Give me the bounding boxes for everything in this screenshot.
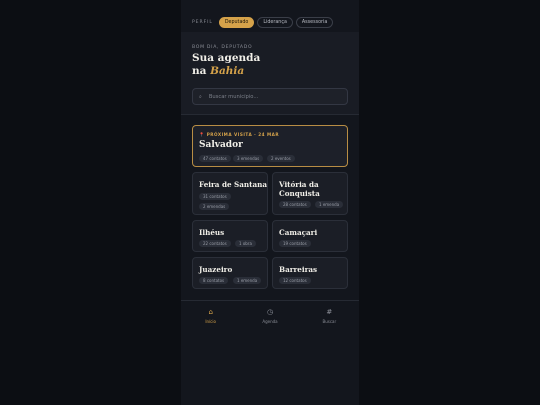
title-line-1: Sua agenda: [192, 52, 261, 64]
city-card-vitoria-da-conquista[interactable]: Vitória da Conquista 28 contatos 1 emend…: [272, 172, 348, 215]
city-name: Vitória da Conquista: [279, 180, 320, 198]
home-icon: ⌂: [208, 308, 213, 316]
city-card-feira-de-santana[interactable]: Feira de Santana 31 contatos 2 emendas: [192, 172, 268, 215]
profile-label: PERFIL: [192, 19, 213, 25]
city-name: Ilhéus: [199, 228, 225, 237]
city-name: Camaçari: [279, 228, 318, 237]
city-name: Juazeiro: [199, 265, 233, 274]
city-chip: 8 contatos: [199, 277, 229, 284]
city-name: Barreiras: [279, 265, 318, 274]
city-chip: 31 contatos: [199, 193, 231, 200]
chip-contacts: 47 contatos: [199, 155, 231, 162]
title-prefix: na: [192, 65, 207, 77]
divider: [181, 114, 359, 115]
city-card-juazeiro[interactable]: Juazeiro 8 contatos 1 emenda: [192, 257, 268, 289]
profile-switcher: PERFIL Deputado Liderança Assessoria: [181, 12, 359, 32]
search-icon: ⌕: [199, 93, 202, 100]
title-line-2: na Bahia: [192, 65, 260, 78]
city-chip: 1 emenda: [233, 277, 262, 284]
phone-screen: PERFIL Deputado Liderança Assessoria BOM…: [181, 0, 359, 405]
greeting: BOM DIA, DEPUTADO: [192, 45, 253, 50]
city-chip: 22 contatos: [199, 240, 231, 247]
page-title: Sua agenda na Bahia: [192, 52, 260, 78]
role-pill-assessoria[interactable]: Assessoria: [295, 16, 334, 28]
city-name-line-1: Vitória da: [279, 180, 319, 189]
chip-events: 2 eventos: [267, 155, 295, 162]
chip-amendments: 3 emendas: [233, 155, 264, 162]
clock-icon: ◷: [266, 308, 274, 316]
city-card-camacari[interactable]: Camaçari 19 contatos: [272, 220, 348, 252]
featured-visit-card[interactable]: 📍 PRÓXIMA VISITA · 24 MAR Salvador 47 co…: [192, 125, 348, 167]
pin-icon: 📍: [199, 132, 205, 137]
search-input[interactable]: [208, 93, 339, 100]
nav-item-inicio[interactable]: ⌂ Início: [181, 301, 240, 328]
next-visit-text: PRÓXIMA VISITA · 24 MAR: [206, 132, 280, 137]
city-name: Feira de Santana: [199, 180, 267, 189]
city-chip: 28 contatos: [279, 201, 311, 208]
role-pill-deputado[interactable]: Deputado: [218, 16, 255, 28]
nav-label: Agenda: [262, 319, 278, 324]
nav-label: Buscar: [322, 319, 337, 324]
city-chip: 1 obra: [235, 240, 256, 247]
nav-item-buscar[interactable]: # Buscar: [300, 301, 359, 328]
city-name-line-2: Conquista: [279, 189, 320, 198]
city-card-ilheus[interactable]: Ilhéus 22 contatos 1 obra: [192, 220, 268, 252]
city-card-barreiras[interactable]: Barreiras 12 contatos: [272, 257, 348, 289]
city-chip: 1 emenda: [315, 201, 344, 208]
city-chip: 19 contatos: [279, 240, 311, 247]
agenda-header: BOM DIA, DEPUTADO Sua agenda na Bahia ⌕: [181, 32, 359, 114]
role-pill-lideranca[interactable]: Liderança: [257, 16, 293, 28]
city-chip: 12 contatos: [279, 277, 311, 284]
next-visit-label: 📍 PRÓXIMA VISITA · 24 MAR: [199, 132, 279, 138]
city-chip: 2 emendas: [199, 203, 230, 210]
bottom-nav: ⌂ Início ◷ Agenda # Buscar: [181, 300, 359, 328]
nav-label: Início: [205, 319, 216, 324]
search-box[interactable]: ⌕: [192, 88, 348, 105]
featured-city-name: Salvador: [199, 140, 243, 150]
hash-icon: #: [326, 308, 333, 316]
nav-item-agenda[interactable]: ◷ Agenda: [240, 301, 299, 328]
title-accent: Bahia: [210, 65, 245, 77]
